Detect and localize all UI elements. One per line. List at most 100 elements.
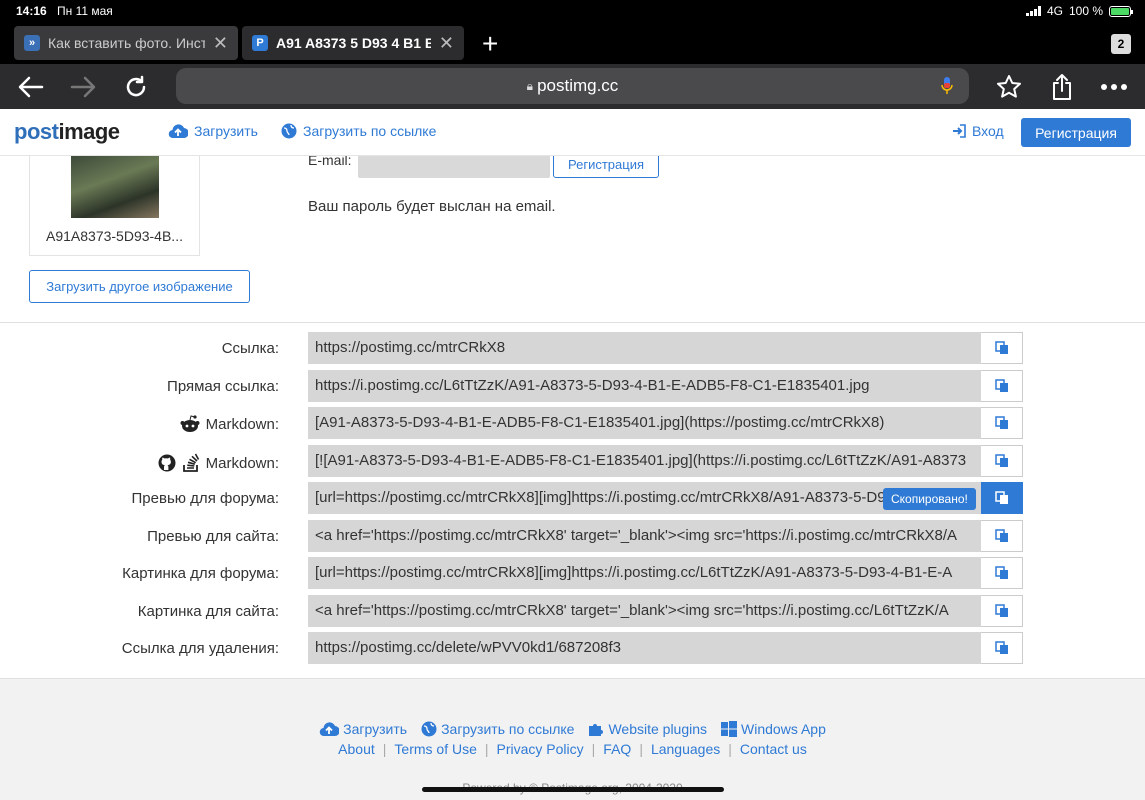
tab-title: Как вставить фото. Инст <box>48 35 205 51</box>
footer-upload-by-link[interactable]: Загрузить по ссылке <box>421 721 574 737</box>
address-bar[interactable]: 🔒︎ postimg.cc <box>176 68 969 104</box>
status-bar: 14:16 Пн 11 мая 4G 100 % <box>0 0 1145 22</box>
tab-bar: » Как вставить фото. Инст ✕ P A91 A8373 … <box>0 22 1145 64</box>
image-thumbnail-card[interactable]: A91A8373-5D93-4B... <box>29 156 200 256</box>
link-field[interactable]: <a href='https://postimg.cc/mtrCRkX8' ta… <box>308 520 981 552</box>
link-field[interactable]: [![A91-A8373-5-D93-4-B1-E-ADB5-F8-C1-E18… <box>308 445 981 477</box>
copy-button[interactable] <box>981 632 1023 664</box>
link-label: Превью для сайта: <box>147 528 279 545</box>
site-preview-row: Превью для сайта: <a href='https://posti… <box>0 520 1145 553</box>
reload-icon[interactable] <box>119 70 153 104</box>
copy-button[interactable] <box>981 332 1023 364</box>
register-button[interactable]: Регистрация <box>1021 118 1131 147</box>
link-field[interactable]: https://postimg.cc/mtrCRkX8 <box>308 332 981 364</box>
copy-icon <box>994 379 1008 392</box>
link-label: Ссылка: <box>221 340 279 357</box>
footer-upload-link[interactable]: Загрузить <box>319 721 407 737</box>
forum-image-row: Картинка для форума: [url=https://postim… <box>0 557 1145 590</box>
copy-icon <box>994 416 1008 429</box>
copy-button[interactable] <box>981 557 1023 589</box>
link-label: Картинка для сайта: <box>137 603 279 620</box>
markdown-github-row: Markdown: [![A91-A8373-5-D93-4-B1-E-ADB5… <box>0 445 1145 478</box>
github-icon <box>158 454 176 472</box>
link-field[interactable]: https://i.postimg.cc/L6tTtZzK/A91-A8373-… <box>308 370 981 402</box>
copy-icon <box>994 341 1008 354</box>
favicon-icon: » <box>24 35 40 51</box>
link-field[interactable]: [A91-A8373-5-D93-4-B1-E-ADB5-F8-C1-E1835… <box>308 407 981 439</box>
footer-windows-link[interactable]: Windows App <box>721 721 826 737</box>
link-field[interactable]: [url=https://postimg.cc/mtrCRkX8][img]ht… <box>308 557 981 589</box>
thumbnail-filename: A91A8373-5D93-4B... <box>46 228 183 244</box>
network-label: 4G <box>1046 4 1063 18</box>
footer-terms-link[interactable]: Terms of Use <box>394 741 476 757</box>
tab-title: A91 A8373 5 D93 4 B1 E <box>276 35 431 51</box>
browser-tab-1[interactable]: » Как вставить фото. Инст ✕ <box>14 26 238 60</box>
footer-contact-link[interactable]: Contact us <box>740 741 807 757</box>
link-field[interactable]: [url=https://postimg.cc/mtrCRkX8][img]ht… <box>308 482 981 514</box>
puzzle-icon <box>589 724 604 736</box>
site-image-row: Картинка для сайта: <a href='https://pos… <box>0 595 1145 628</box>
site-footer: Загрузить Загрузить по ссылке Website pl… <box>0 679 1145 800</box>
postimage-logo[interactable]: postimage <box>14 119 120 145</box>
copy-button[interactable] <box>981 595 1023 627</box>
windows-icon <box>721 721 738 737</box>
globe-icon <box>421 721 437 737</box>
globe-icon <box>281 123 297 139</box>
login-icon <box>953 124 966 138</box>
markdown-reddit-row: Markdown: [A91-A8373-5-D93-4-B1-E-ADB5-F… <box>0 407 1145 440</box>
link-field[interactable]: https://postimg.cc/delete/wPVV0kd1/68720… <box>308 632 981 664</box>
link-label: Картинка для форума: <box>122 565 279 582</box>
close-tab-icon[interactable]: ✕ <box>439 33 454 54</box>
lock-icon: 🔒︎ <box>526 78 534 93</box>
forum-preview-row: Превью для форума: [url=https://postimg.… <box>0 482 1145 515</box>
postimage-favicon-icon: P <box>252 35 268 51</box>
nav-upload-link[interactable]: Загрузить <box>168 123 258 139</box>
upload-another-button[interactable]: Загрузить другое изображение <box>29 270 250 303</box>
new-tab-icon[interactable]: + <box>482 28 498 60</box>
status-time: 14:16 <box>16 4 47 18</box>
microphone-icon[interactable] <box>941 76 953 96</box>
link-label: Markdown: <box>180 415 279 433</box>
stackoverflow-icon <box>182 453 199 472</box>
tab-count-button[interactable]: 2 <box>1111 34 1131 54</box>
footer-plugins-link[interactable]: Website plugins <box>588 721 707 737</box>
footer-languages-link[interactable]: Languages <box>651 741 720 757</box>
link-label: Прямая ссылка: <box>167 378 279 395</box>
browser-tab-2[interactable]: P A91 A8373 5 D93 4 B1 E ✕ <box>242 26 464 60</box>
back-icon[interactable] <box>14 70 48 104</box>
copy-button[interactable] <box>981 520 1023 552</box>
copy-button[interactable] <box>981 370 1023 402</box>
battery-icon <box>1109 5 1133 17</box>
link-field[interactable]: <a href='https://postimg.cc/mtrCRkX8' ta… <box>308 595 981 627</box>
status-date: Пн 11 мая <box>57 4 113 18</box>
cloud-upload-icon <box>319 722 340 737</box>
copy-button[interactable] <box>981 407 1023 439</box>
nav-upload-by-link[interactable]: Загрузить по ссылке <box>281 123 436 139</box>
copy-icon <box>994 566 1008 579</box>
footer-faq-link[interactable]: FAQ <box>603 741 631 757</box>
copy-icon <box>994 529 1008 542</box>
url-text: postimg.cc <box>537 76 619 95</box>
image-thumbnail[interactable] <box>71 156 159 218</box>
more-menu-icon[interactable] <box>1097 70 1131 104</box>
home-indicator[interactable] <box>422 787 724 792</box>
nav-login-link[interactable]: Вход <box>952 123 1004 139</box>
copy-button[interactable] <box>981 445 1023 477</box>
site-header: postimage Загрузить Загрузить по ссылке … <box>0 109 1145 156</box>
bookmark-star-icon[interactable] <box>992 70 1026 104</box>
link-label: Превью для форума: <box>131 490 279 507</box>
footer-about-link[interactable]: About <box>338 741 375 757</box>
copy-icon <box>994 641 1008 654</box>
forward-icon[interactable] <box>66 70 100 104</box>
link-label: Markdown: <box>158 453 279 473</box>
footer-privacy-link[interactable]: Privacy Policy <box>497 741 584 757</box>
copy-icon <box>994 604 1008 617</box>
copied-tooltip: Скопировано! <box>883 488 976 510</box>
copy-icon <box>994 454 1008 467</box>
cloud-upload-icon <box>168 124 188 139</box>
copy-icon <box>994 491 1008 504</box>
close-tab-icon[interactable]: ✕ <box>213 33 228 54</box>
copy-button[interactable] <box>981 482 1023 514</box>
link-label: Ссылка для удаления: <box>121 640 279 657</box>
share-icon[interactable] <box>1045 70 1079 104</box>
